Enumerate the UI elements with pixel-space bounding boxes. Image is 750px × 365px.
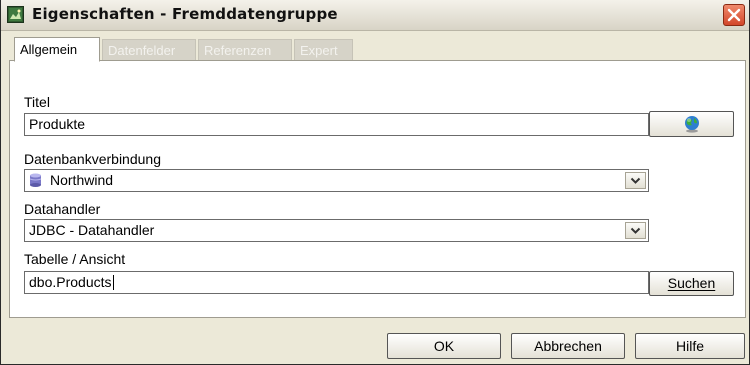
datahandler-value: JDBC - Datahandler xyxy=(29,222,155,238)
suchen-label: Suchen xyxy=(667,275,716,291)
datahandler-dropdown-button[interactable] xyxy=(625,222,646,239)
datenbank-label: Datenbankverbindung xyxy=(24,151,161,167)
datenbank-value: Northwind xyxy=(50,172,114,188)
datahandler-select[interactable]: JDBC - Datahandler xyxy=(24,219,649,242)
dialog-app-icon xyxy=(7,6,24,23)
text-caret xyxy=(112,275,114,290)
abbrechen-button[interactable]: Abbrechen xyxy=(511,333,625,359)
window-title: Eigenschaften - Fremddatengruppe xyxy=(32,5,338,23)
dialog-window: Eigenschaften - Fremddatengruppe Allgeme… xyxy=(0,0,750,365)
tabelle-field[interactable]: dbo.Products xyxy=(24,271,649,294)
hilfe-button[interactable]: Hilfe xyxy=(635,333,745,359)
tab-referenzen[interactable]: Referenzen xyxy=(198,39,292,61)
database-icon xyxy=(29,173,42,187)
tab-datenfelder[interactable]: Datenfelder xyxy=(102,39,196,61)
ok-button[interactable]: OK xyxy=(387,333,501,359)
tab-allgemein[interactable]: Allgemein xyxy=(14,37,100,62)
datenbank-select[interactable]: Northwind xyxy=(24,169,649,192)
tabelle-value: dbo.Products xyxy=(29,274,112,290)
chevron-down-icon xyxy=(630,177,641,184)
titel-globe-button[interactable] xyxy=(649,111,734,137)
close-icon xyxy=(727,8,741,22)
title-bar[interactable]: Eigenschaften - Fremddatengruppe xyxy=(1,0,749,31)
datahandler-label: Datahandler xyxy=(24,201,101,217)
titel-label: Titel xyxy=(24,94,50,110)
tab-panel-allgemein: Titel Produkte Datenbankverbindung North… xyxy=(9,60,746,318)
tabelle-label: Tabelle / Ansicht xyxy=(24,251,126,267)
close-button[interactable] xyxy=(723,4,745,26)
tab-expert[interactable]: Expert xyxy=(294,39,353,61)
globe-icon xyxy=(684,116,699,133)
datenbank-dropdown-button[interactable] xyxy=(625,172,646,189)
suchen-button[interactable]: Suchen xyxy=(649,271,734,296)
chevron-down-icon xyxy=(630,227,641,234)
titel-value: Produkte xyxy=(29,116,86,132)
titel-field[interactable]: Produkte xyxy=(24,113,649,136)
